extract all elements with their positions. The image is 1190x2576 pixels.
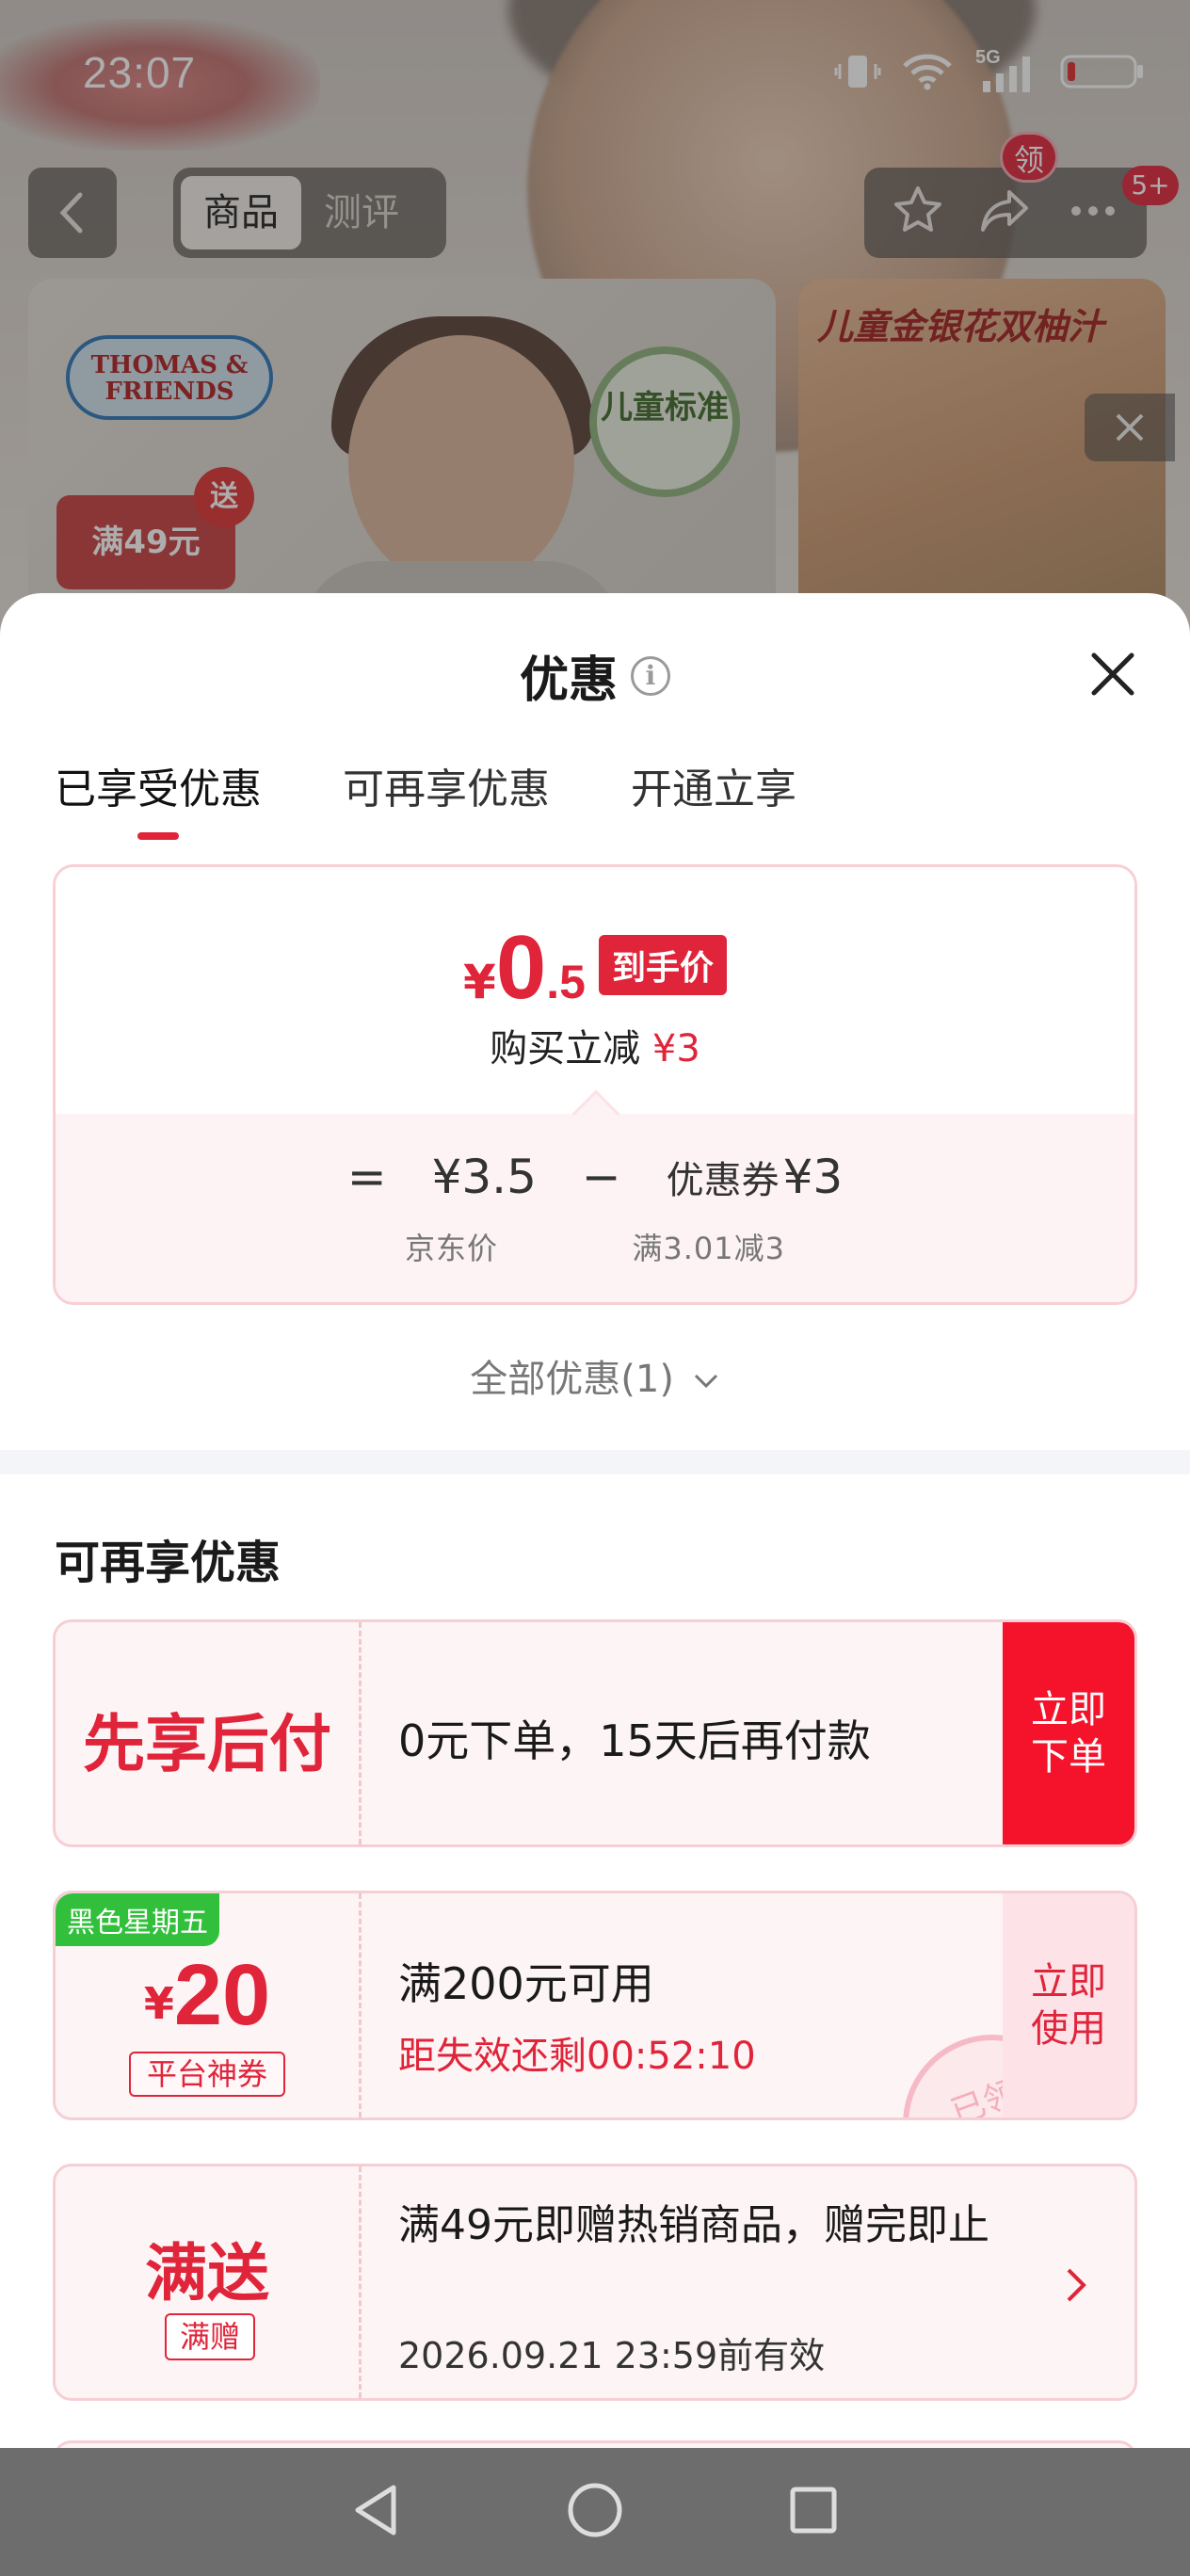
final-price-badge: 到手价 (598, 935, 727, 995)
black-friday-badge: 黑色星期五 (56, 1893, 219, 1946)
reduction-label: 购买立减 (490, 1027, 641, 1071)
gift-description: 满49元即赠热销商品，赠完即止 (398, 2201, 989, 2249)
platform-coupon-card[interactable]: ¥20 平台神券 黑色星期五 满200元可用 距失效还剩00:52:10 已领 … (53, 1891, 1137, 2120)
info-icon[interactable]: i (631, 655, 670, 696)
pay-later-card[interactable]: 先享后付 0元下单，15天后再付款 立即下单 (53, 1619, 1137, 1847)
tab-enjoyed-discounts[interactable]: 已享受优惠 (55, 755, 262, 840)
all-offers-label: 全部优惠(1) (470, 1358, 674, 1401)
formula-equals: = (346, 1150, 387, 1204)
tab-open-to-enjoy[interactable]: 开通立享 (631, 755, 796, 830)
price-currency: ¥ (463, 955, 496, 1009)
all-offers-toggle[interactable]: 全部优惠(1) (0, 1348, 1190, 1403)
coupon-countdown: 距失效还剩00:52:10 (398, 2035, 756, 2078)
formula-minus: − (581, 1150, 621, 1204)
formula-base-price: ¥3.5 (431, 1150, 537, 1204)
nav-back-icon[interactable] (348, 2480, 405, 2544)
formula-coupon-note: 满3.01减3 (632, 1231, 785, 1266)
price-formula: = ¥3.5 − 优惠券¥3 (56, 1150, 1134, 1204)
coupon-currency: ¥ (143, 1978, 174, 2029)
formula-coupon-amount: ¥3 (782, 1150, 844, 1204)
section-title: 可再享优惠 (55, 1537, 281, 1589)
section-divider (0, 1450, 1190, 1474)
price-integer: 0 (495, 917, 547, 1018)
gift-promo-card[interactable]: 满送 满赠 满49元即赠热销商品，赠完即止 2026.09.21 23:59前有… (53, 2164, 1137, 2401)
card-divider (359, 2166, 362, 2398)
pay-later-title: 先享后付 (83, 1708, 331, 1780)
instant-reduction: 购买立减 ¥3 (56, 1018, 1134, 1072)
reduction-amount: ¥3 (651, 1027, 700, 1071)
coupon-condition: 满200元可用 (398, 1958, 654, 2009)
chevron-right-icon[interactable] (1057, 2257, 1095, 2313)
pay-later-left: 先享后付 (56, 1622, 359, 1844)
system-nav-bar (0, 2448, 1190, 2576)
price-breakdown: = ¥3.5 − 优惠券¥3 京东价 满3.01减3 (56, 1114, 1134, 1302)
chevron-down-icon (694, 1374, 717, 1389)
tab-more-discounts[interactable]: 可再享优惠 (343, 755, 550, 830)
nav-recents-icon[interactable] (785, 2482, 842, 2542)
card-divider (359, 1622, 362, 1844)
sheet-close-button[interactable] (1083, 644, 1143, 704)
final-price: ¥0.5 到手价 (56, 916, 1134, 1020)
product-page-background: 23:07 5G 商品 测评 领 5+ THOMAS & FRIENDS 儿童标… (0, 0, 1190, 659)
sheet-title: 优惠 (519, 652, 618, 709)
modal-overlay[interactable] (0, 0, 1190, 659)
gift-left: 满送 满赠 (56, 2166, 359, 2398)
card-divider (359, 1893, 362, 2117)
formula-base-note: 京东价 (405, 1231, 499, 1266)
pay-later-text: 0元下单，15天后再付款 (398, 1715, 871, 1766)
gift-tag: 满赠 (165, 2313, 255, 2360)
pay-later-info: 0元下单，15天后再付款 (398, 1622, 1003, 1844)
discount-tabs: 已享受优惠 可再享优惠 开通立享 (55, 755, 796, 840)
enjoyed-discount-card: ¥0.5 到手价 购买立减 ¥3 = ¥3.5 − 优惠券¥3 京东价 满3.01… (53, 864, 1137, 1305)
order-now-button[interactable]: 立即下单 (1003, 1622, 1134, 1844)
coupon-type-tag: 平台神券 (129, 2052, 285, 2097)
price-formula-notes: 京东价 满3.01减3 (56, 1225, 1134, 1268)
gift-validity: 2026.09.21 23:59前有效 (398, 2335, 826, 2376)
price-decimal: .5 (546, 956, 586, 1008)
sheet-header: 优惠 i (0, 640, 1190, 711)
gift-title: 满送 (145, 2237, 269, 2310)
nav-home-icon[interactable] (565, 2480, 625, 2544)
coupon-amount: ¥20 (56, 1946, 359, 2045)
coupon-value: 20 (173, 1947, 271, 2043)
gift-info: 满49元即赠热销商品，赠完即止 2026.09.21 23:59前有效 (398, 2166, 1040, 2398)
final-price-section: ¥0.5 到手价 购买立减 ¥3 (56, 867, 1134, 1114)
formula-coupon-label: 优惠券 (666, 1159, 780, 1202)
use-now-button[interactable]: 立即使用 (1003, 1893, 1134, 2117)
discount-sheet: 优惠 i 已享受优惠 可再享优惠 开通立享 ¥0.5 到手价 购买立减 ¥3 = ¥… (0, 593, 1190, 2576)
close-icon (1091, 652, 1134, 696)
